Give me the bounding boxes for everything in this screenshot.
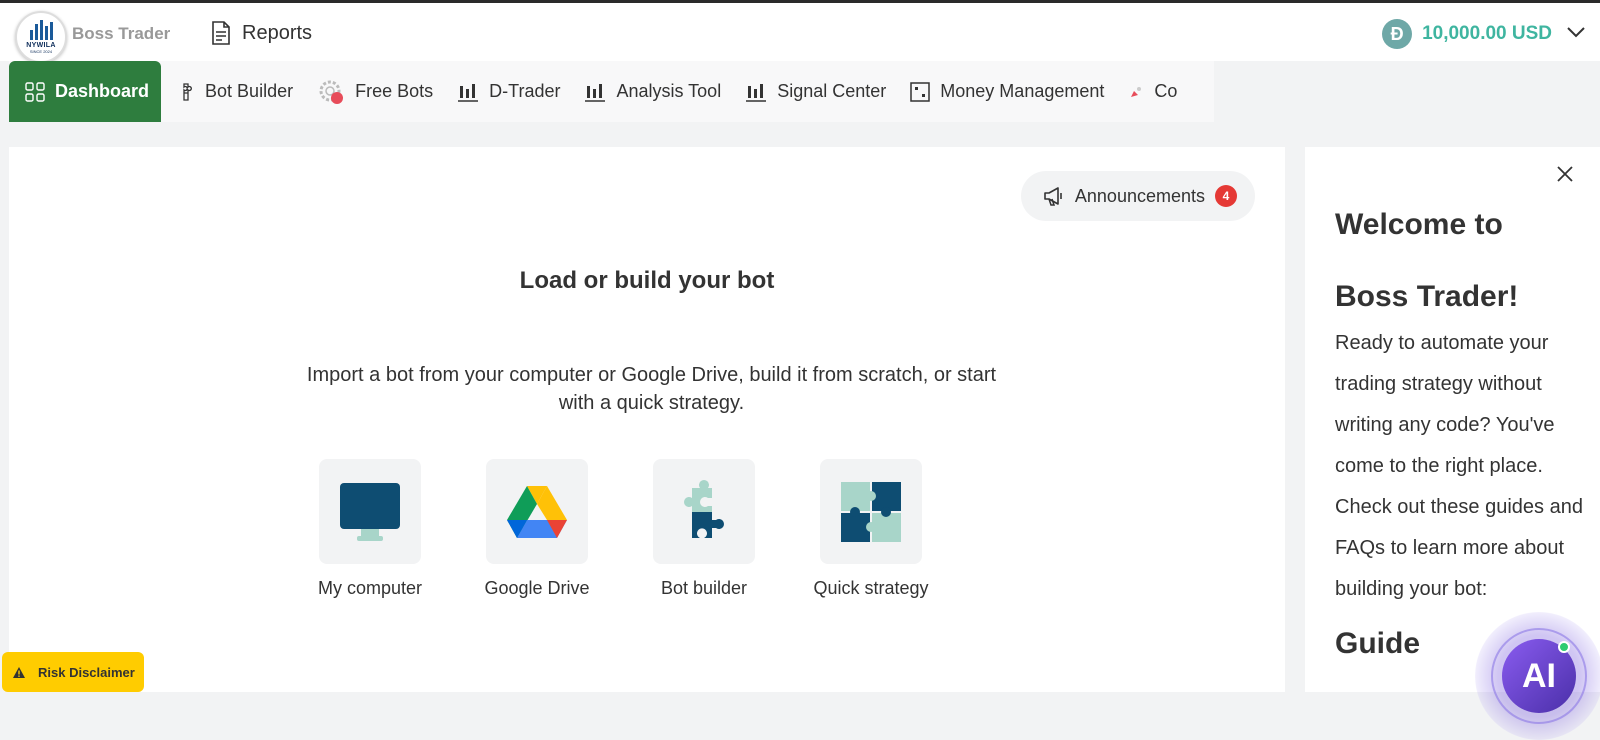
puzzle-piece-icon [684,479,724,538]
document-icon [212,21,230,45]
megaphone-icon [1044,187,1062,206]
candlestick-icon [458,83,479,102]
my-computer-card[interactable]: My computer [310,459,430,599]
gear-icon [319,80,344,104]
welcome-description: Ready to automate your trading strategy … [1335,332,1583,600]
monitor-icon [340,482,400,541]
reports-label: Reports [242,21,313,44]
tab-free-bots[interactable]: Free Bots [305,61,445,122]
card-icon-box [319,459,421,564]
tab-label: Dashboard [55,81,150,101]
dashboard-grid-icon [25,81,45,102]
nav-tabs: Dashboard Bot Builder Free Bots D-Trader… [9,61,1214,122]
google-drive-card[interactable]: Google Drive [477,459,597,599]
currency-coin-icon: Đ [1382,19,1413,49]
puzzle-icon [183,82,192,101]
main-panel: Announcements 4 Load or build your bot I… [9,147,1285,692]
tab-copy[interactable]: Co [1116,61,1189,122]
tab-label: Signal Center [777,81,887,101]
risk-disclaimer-button[interactable]: Risk Disclaimer [2,652,144,692]
card-label: Quick strategy [813,578,929,598]
ai-label: AI [1522,656,1556,695]
candlestick-icon [746,83,767,102]
page-description: Import a bot from your computer or Googl… [306,364,997,414]
announcements-button[interactable]: Announcements 4 [1020,171,1255,221]
tab-signal-center[interactable]: Signal Center [733,61,898,122]
card-icon-box [486,459,588,564]
puzzle-grid-icon [841,481,901,542]
card-label: Bot builder [660,578,748,598]
logo-subtext: SINCE 2024 [29,49,53,54]
candlestick-icon [585,83,606,102]
online-status-dot [1558,641,1570,653]
balance-amount: 10,000.00 USD [1422,23,1552,44]
logo[interactable]: NYWILA SINCE 2024 [15,11,67,63]
guide-heading: Guide [1335,627,1421,660]
rocket-icon [1131,86,1142,97]
ai-ring: AI [1491,628,1587,724]
welcome-panel: Welcome to Boss Trader! Ready to automat… [1305,147,1600,692]
reports-link[interactable]: Reports [210,21,312,45]
brand-name[interactable]: Boss Trader [72,24,170,44]
tab-d-trader[interactable]: D-Trader [445,61,572,122]
tab-bot-builder[interactable]: Bot Builder [161,61,305,122]
card-icon-box [820,459,922,564]
quick-strategy-card[interactable]: Quick strategy [811,459,931,599]
tab-label: Free Bots [355,81,434,101]
card-label: Google Drive [484,578,590,598]
header: NYWILA SINCE 2024 Boss Trader Reports Đ … [0,3,1600,63]
ai-icon: AI [1502,639,1576,713]
warning-icon [13,666,25,678]
notification-badge: 4 [1215,185,1237,207]
welcome-heading: Welcome to Boss Trader! [1335,189,1575,333]
announcements-label: Announcements [1074,185,1205,206]
risk-disclaimer-label: Risk Disclaimer [38,664,135,680]
account-balance[interactable]: Đ 10,000.00 USD [1382,19,1552,49]
logo-bars-icon [29,20,53,40]
tab-label: D-Trader [489,81,561,101]
logo-text: NYWILA [26,42,56,49]
card-icon-box [653,459,755,564]
tab-label: Bot Builder [205,81,294,101]
tab-label: Co [1154,81,1178,101]
google-drive-icon [507,485,567,538]
chevron-down-icon[interactable] [1566,25,1586,39]
page-title: Load or build your bot [519,267,775,294]
tab-label: Money Management [940,81,1105,101]
dice-icon [910,81,931,102]
welcome-line-1: Welcome to [1335,208,1503,241]
close-icon[interactable] [1556,165,1574,183]
tab-analysis-tool[interactable]: Analysis Tool [572,61,733,122]
ai-assistant-button[interactable]: AI [1475,612,1600,740]
tab-money-management[interactable]: Money Management [898,61,1116,122]
bot-builder-card[interactable]: Bot builder [644,459,764,599]
card-label: My computer [317,578,423,598]
tab-label: Analysis Tool [616,81,722,101]
tab-dashboard[interactable]: Dashboard [9,61,162,122]
